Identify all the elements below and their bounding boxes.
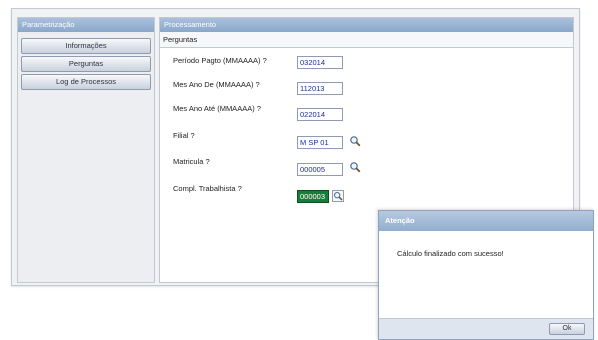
- compl-trabalhista-search-icon[interactable]: [332, 190, 344, 202]
- field-row-matricula: Matricula ?: [160, 157, 460, 176]
- field-row-filial: Filial ?: [160, 131, 460, 149]
- field-row-compl-trabalhista: Compl. Trabalhista ?: [160, 184, 460, 203]
- filial-search-icon[interactable]: [349, 135, 361, 147]
- field-label-mes-ano-de: Mes Ano De (MMAAAA) ?: [173, 80, 260, 89]
- nav-button-log-processos[interactable]: Log de Processos: [21, 74, 151, 90]
- ok-button[interactable]: Ok: [549, 323, 585, 335]
- field-label-periodo-pagto: Período Pagto (MMAAAA) ?: [173, 56, 267, 65]
- matricula-input[interactable]: [297, 163, 343, 176]
- field-label-matricula: Matricula ?: [173, 157, 210, 166]
- parametrizacao-header: Parametrização: [18, 18, 154, 32]
- matricula-search-icon[interactable]: [349, 161, 361, 173]
- processamento-header: Processamento: [160, 18, 573, 32]
- field-label-compl-trabalhista: Compl. Trabalhista ?: [173, 184, 242, 193]
- nav-button-perguntas[interactable]: Perguntas: [21, 56, 151, 72]
- periodo-pagto-input[interactable]: [297, 56, 343, 69]
- atencao-dialog: Atenção Cálculo finalizado com sucesso! …: [378, 210, 594, 340]
- perguntas-section-header: Perguntas: [160, 32, 573, 48]
- field-row-mes-ano-de: Mes Ano De (MMAAAA) ?: [160, 80, 460, 98]
- field-label-filial: Filial ?: [173, 131, 195, 140]
- mes-ano-ate-input[interactable]: [297, 108, 343, 121]
- filial-input[interactable]: [297, 136, 343, 149]
- dialog-title: Atenção: [379, 211, 593, 231]
- dialog-message: Cálculo finalizado com sucesso!: [397, 249, 504, 258]
- nav-button-informacoes[interactable]: Informações: [21, 38, 151, 54]
- parametrizacao-panel: Parametrização Informações Perguntas Log…: [17, 17, 155, 283]
- field-row-mes-ano-ate: Mes Ano Até (MMAAAA) ?: [160, 104, 460, 122]
- field-label-mes-ano-ate: Mes Ano Até (MMAAAA) ?: [173, 104, 261, 113]
- compl-trabalhista-input[interactable]: [297, 190, 329, 203]
- field-row-periodo-pagto: Período Pagto (MMAAAA) ?: [160, 56, 460, 74]
- dialog-footer: Ok: [379, 318, 593, 339]
- mes-ano-de-input[interactable]: [297, 82, 343, 95]
